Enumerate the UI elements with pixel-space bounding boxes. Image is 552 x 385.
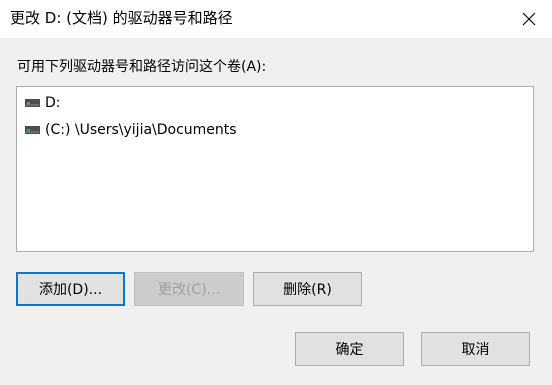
add-button[interactable]: 添加(D)...	[16, 272, 125, 306]
remove-button[interactable]: 删除(R)	[253, 272, 362, 306]
close-icon	[522, 12, 536, 26]
close-button[interactable]	[506, 0, 552, 38]
cancel-button[interactable]: 取消	[421, 332, 530, 366]
list-item-drive-d[interactable]: D:	[25, 93, 61, 113]
ok-button[interactable]: 确定	[295, 332, 404, 366]
listbox-label: 可用下列驱动器号和路径访问这个卷(A):	[17, 59, 267, 75]
drive-icon	[25, 126, 40, 134]
list-item-label: (C:) \Users\yijia\Documents	[45, 122, 237, 138]
title-bar: 更改 D: (文档) 的驱动器号和路径	[0, 0, 552, 38]
window-title: 更改 D: (文档) 的驱动器号和路径	[10, 9, 233, 27]
drive-path-listbox[interactable]: D: (C:) \Users\yijia\Documents	[16, 86, 534, 252]
drive-icon	[25, 99, 40, 107]
change-button: 更改(C)...	[134, 272, 244, 306]
list-item-label: D:	[45, 95, 61, 111]
list-item-documents-path[interactable]: (C:) \Users\yijia\Documents	[25, 120, 237, 140]
